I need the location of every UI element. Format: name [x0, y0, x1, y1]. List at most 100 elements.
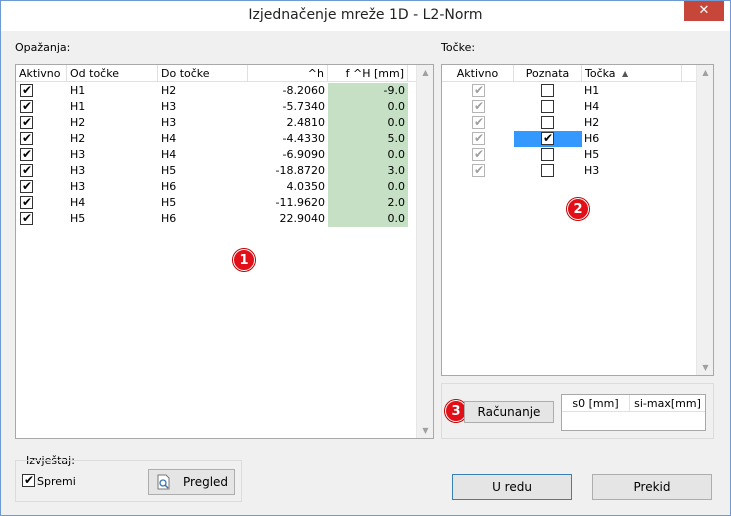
table-row[interactable]: ✔ H3 H4 -6.9090 0.0: [16, 147, 417, 163]
known-checkbox[interactable]: [541, 100, 554, 113]
cell-known[interactable]: [514, 163, 582, 179]
cell-to[interactable]: H4: [161, 131, 247, 147]
cell-f[interactable]: 0.0: [328, 99, 408, 115]
table-row[interactable]: ✔ H3 H5 -18.8720 3.0: [16, 163, 417, 179]
active-checkbox[interactable]: ✔: [20, 211, 33, 225]
table-row[interactable]: ✔ ✔ H6: [442, 131, 697, 147]
cell-from[interactable]: H1: [70, 99, 158, 115]
active-checkbox[interactable]: ✔: [20, 195, 33, 209]
table-row[interactable]: ✔ H1 H3 -5.7340 0.0: [16, 99, 417, 115]
col-header-from[interactable]: Od točke: [67, 65, 158, 82]
cell-point[interactable]: H1: [584, 83, 682, 99]
col-header-point[interactable]: Točka ▲: [582, 65, 682, 82]
observations-scrollbar[interactable]: ▲ ▼: [416, 65, 433, 438]
table-row[interactable]: ✔ H2 H4 -4.4330 5.0: [16, 131, 417, 147]
cell-point[interactable]: H6: [584, 131, 682, 147]
scroll-down-icon[interactable]: ▼: [697, 363, 713, 372]
cell-dh[interactable]: -11.9620: [248, 195, 325, 211]
active-checkbox[interactable]: ✔: [20, 115, 33, 129]
preview-button[interactable]: Pregled: [148, 469, 235, 495]
table-row[interactable]: ✔ H4: [442, 99, 697, 115]
points-grid[interactable]: Aktivno Poznata Točka ▲ ✔ H1 ✔ H4 ✔ H2 ✔ ✔ H6 ✔ H5…: [441, 64, 714, 376]
col-header-dh[interactable]: ^h: [248, 65, 328, 82]
known-checkbox[interactable]: [541, 148, 554, 161]
cell-f[interactable]: -9.0: [328, 83, 408, 99]
cell-point[interactable]: H5: [584, 147, 682, 163]
cell-from[interactable]: H3: [70, 179, 158, 195]
scroll-up-icon[interactable]: ▲: [697, 68, 713, 77]
cell-dh[interactable]: -4.4330: [248, 131, 325, 147]
cell-f[interactable]: 0.0: [328, 147, 408, 163]
cell-f[interactable]: 5.0: [328, 131, 408, 147]
col-header-active[interactable]: Aktivno: [16, 65, 67, 82]
active-checkbox[interactable]: ✔: [20, 131, 33, 145]
save-checkbox[interactable]: ✔: [22, 473, 35, 487]
save-label[interactable]: Spremi: [37, 475, 76, 488]
table-row[interactable]: ✔ H5: [442, 147, 697, 163]
cell-from[interactable]: H4: [70, 195, 158, 211]
cell-from[interactable]: H3: [70, 147, 158, 163]
known-checkbox[interactable]: [541, 116, 554, 129]
table-row[interactable]: ✔ H5 H6 22.9040 0.0: [16, 211, 417, 227]
cell-dh[interactable]: -5.7340: [248, 99, 325, 115]
cell-to[interactable]: H6: [161, 211, 247, 227]
cell-f[interactable]: 2.0: [328, 195, 408, 211]
known-checkbox[interactable]: ✔: [541, 131, 554, 145]
cell-f[interactable]: 0.0: [328, 115, 408, 131]
points-scrollbar[interactable]: ▲ ▼: [696, 65, 713, 375]
cell-known[interactable]: ✔: [514, 131, 582, 147]
cell-from[interactable]: H5: [70, 211, 158, 227]
cell-known[interactable]: [514, 147, 582, 163]
cell-to[interactable]: H3: [161, 115, 247, 131]
col-header-to[interactable]: Do točke: [158, 65, 248, 82]
table-row[interactable]: ✔ H1 H2 -8.2060 -9.0: [16, 83, 417, 99]
cell-to[interactable]: H6: [161, 179, 247, 195]
col-header-f[interactable]: f ^H [mm]: [328, 65, 408, 82]
scroll-down-icon[interactable]: ▼: [417, 426, 433, 435]
known-checkbox[interactable]: [541, 84, 554, 97]
table-row[interactable]: ✔ H2: [442, 115, 697, 131]
active-checkbox[interactable]: ✔: [20, 83, 33, 97]
observations-grid[interactable]: Aktivno Od točke Do točke ^h f ^H [mm] ✔…: [15, 64, 434, 439]
cell-known[interactable]: [514, 115, 582, 131]
active-checkbox[interactable]: ✔: [20, 163, 33, 177]
cell-dh[interactable]: 2.4810: [248, 115, 326, 131]
cell-to[interactable]: H5: [161, 195, 247, 211]
cell-dh[interactable]: -18.8720: [248, 163, 325, 179]
cell-known[interactable]: [514, 83, 582, 99]
cell-f[interactable]: 0.0: [328, 211, 408, 227]
active-checkbox[interactable]: ✔: [20, 179, 33, 193]
col-header-point-active[interactable]: Aktivno: [442, 65, 514, 82]
cell-point[interactable]: H3: [584, 163, 682, 179]
cell-f[interactable]: 0.0: [328, 179, 408, 195]
active-checkbox[interactable]: ✔: [20, 99, 33, 113]
table-row[interactable]: ✔ H4 H5 -11.9620 2.0: [16, 195, 417, 211]
table-row[interactable]: ✔ H3: [442, 163, 697, 179]
cell-to[interactable]: H5: [161, 163, 247, 179]
cell-dh[interactable]: -8.2060: [248, 83, 325, 99]
close-button[interactable]: ✕: [684, 1, 724, 21]
table-row[interactable]: ✔ H1: [442, 83, 697, 99]
cell-point[interactable]: H2: [584, 115, 682, 131]
cell-to[interactable]: H4: [161, 147, 247, 163]
ok-button[interactable]: U redu: [452, 474, 572, 500]
cell-point[interactable]: H4: [584, 99, 682, 115]
scroll-up-icon[interactable]: ▲: [417, 68, 433, 77]
cell-from[interactable]: H1: [70, 83, 158, 99]
compute-button[interactable]: Računanje: [464, 401, 554, 423]
table-row[interactable]: ✔ H3 H6 4.0350 0.0: [16, 179, 417, 195]
cell-dh[interactable]: 22.9040: [248, 211, 326, 227]
cell-from[interactable]: H3: [70, 163, 158, 179]
cell-dh[interactable]: -6.9090: [248, 147, 325, 163]
cancel-button[interactable]: Prekid: [592, 474, 712, 500]
cell-dh[interactable]: 4.0350: [248, 179, 326, 195]
active-checkbox[interactable]: ✔: [20, 147, 33, 161]
col-header-known[interactable]: Poznata: [514, 65, 582, 82]
cell-from[interactable]: H2: [70, 115, 158, 131]
table-row[interactable]: ✔ H2 H3 2.4810 0.0: [16, 115, 417, 131]
cell-to[interactable]: H3: [161, 99, 247, 115]
known-checkbox[interactable]: [541, 164, 554, 177]
cell-to[interactable]: H2: [161, 83, 247, 99]
cell-known[interactable]: [514, 99, 582, 115]
cell-f[interactable]: 3.0: [328, 163, 408, 179]
